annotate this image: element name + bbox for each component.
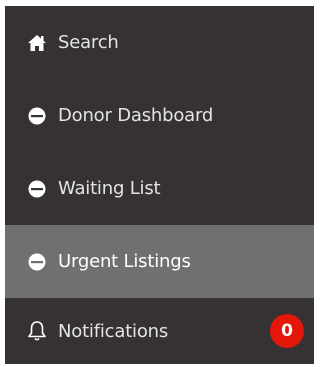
nav-item-urgent-listings[interactable]: Urgent Listings <box>5 225 314 298</box>
nav-item-waiting-list[interactable]: Waiting List <box>5 152 314 225</box>
half-circle-icon <box>26 178 48 200</box>
nav-item-notifications[interactable]: Notifications 0 <box>5 298 314 364</box>
notification-count-badge: 0 <box>270 314 304 348</box>
nav-item-label: Donor Dashboard <box>58 105 214 126</box>
nav-item-donor-dashboard[interactable]: Donor Dashboard <box>5 79 314 152</box>
nav-item-label: Notifications <box>58 320 169 342</box>
sidebar-nav: Search Donor Dashboard Waiting List Urge… <box>5 6 314 364</box>
nav-item-label: Waiting List <box>58 178 161 199</box>
home-icon <box>26 32 48 54</box>
nav-item-label: Urgent Listings <box>58 251 191 272</box>
nav-item-search[interactable]: Search <box>5 6 314 79</box>
nav-item-label: Search <box>58 32 119 53</box>
bell-icon <box>26 320 48 342</box>
half-circle-icon <box>26 251 48 273</box>
half-circle-icon <box>26 105 48 127</box>
